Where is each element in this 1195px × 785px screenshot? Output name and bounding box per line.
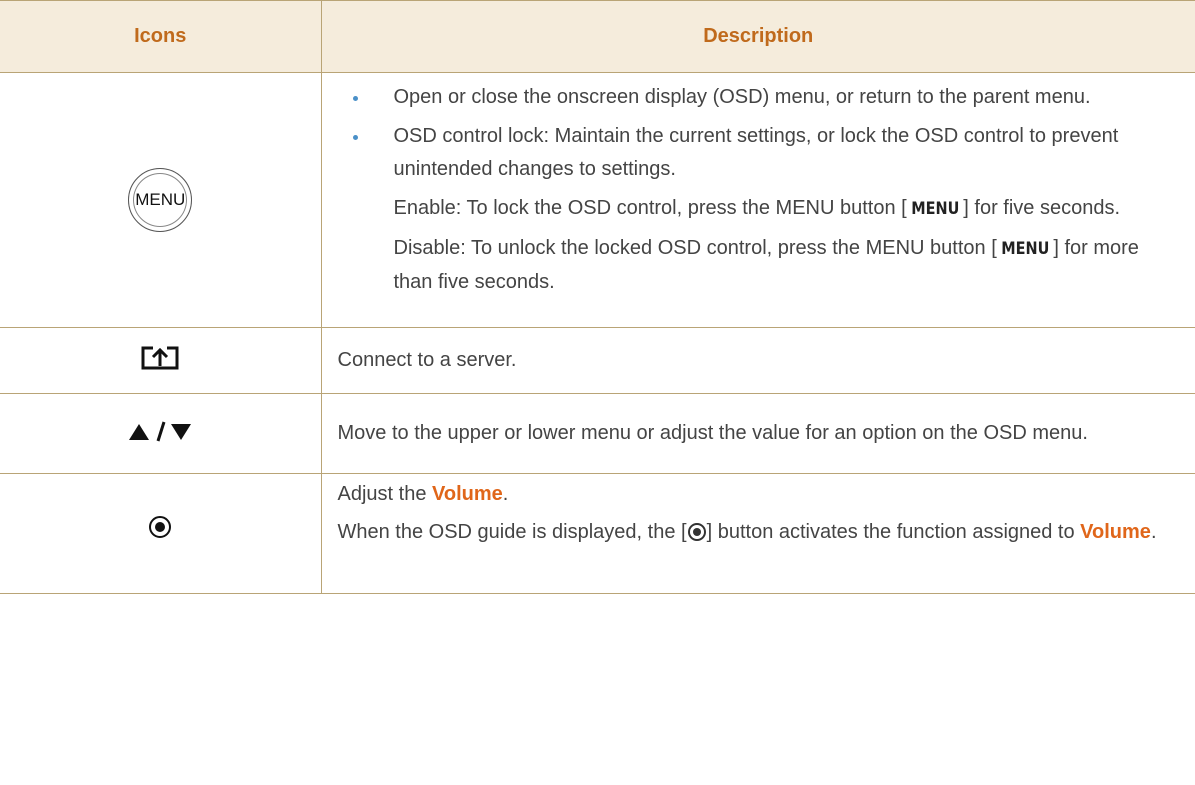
header-icons: Icons (0, 0, 322, 73)
bullet-text: OSD control lock: Maintain the current s… (393, 125, 1119, 180)
icon-cell-source (0, 327, 322, 394)
round-button-icon (149, 516, 172, 538)
disable-instruction: Disable: To unlock the locked OSD contro… (338, 232, 1182, 299)
volume-text: . (1150, 521, 1157, 543)
menu-key-label: MENU (910, 199, 960, 219)
icon-cell-volume (0, 473, 322, 594)
list-item: Open or close the onscreen display (OSD)… (338, 81, 1182, 114)
table-row-volume: Adjust the Volume. When the OSD guide is… (0, 473, 1195, 594)
volume-text: Adjust the (337, 483, 433, 505)
enable-text-start: Enable: To lock the OSD control, press t… (393, 197, 907, 219)
volume-text: . (502, 483, 509, 505)
bullet-dot (352, 96, 358, 101)
bullet-text: Open or close the onscreen display (OSD)… (393, 86, 1091, 108)
enable-instruction: Enable: To lock the OSD control, press t… (338, 192, 1182, 226)
list-item: OSD control lock: Maintain the current s… (338, 120, 1182, 186)
icons-description-table: Icons Description MENU Open or close the… (0, 0, 1195, 594)
description-cell-updown: Move to the upper or lower menu or adjus… (320, 393, 1195, 474)
bullet-dot (352, 135, 358, 140)
up-down-arrows-icon (129, 421, 192, 442)
icon-cell-menu: MENU (0, 72, 322, 328)
menu-button-icon: MENU (128, 168, 193, 232)
volume-line-2: When the OSD guide is displayed, the [ ] … (338, 518, 1182, 546)
header-description: Description (320, 0, 1195, 73)
description-cell-menu: Open or close the onscreen display (OSD)… (320, 72, 1195, 328)
volume-line-1: Adjust the Volume. (338, 480, 1182, 508)
table-row-menu: MENU Open or close the onscreen display … (0, 72, 1195, 328)
description-cell-source: Connect to a server. (320, 327, 1195, 394)
volume-highlight: Volume (432, 483, 503, 505)
table-row-updown: Move to the upper or lower menu or adjus… (0, 393, 1195, 474)
source-input-icon (141, 346, 179, 370)
round-button-icon (687, 523, 706, 541)
icon-cell-updown (0, 393, 322, 474)
enable-text-end: ] for five seconds. (963, 197, 1121, 219)
table-row-source: Connect to a server. (0, 327, 1195, 394)
header-row: Icons Description (0, 0, 1195, 73)
updown-description: Move to the upper or lower menu or adjus… (337, 422, 1088, 444)
description-cell-volume: Adjust the Volume. When the OSD guide is… (320, 473, 1195, 594)
source-description: Connect to a server. (337, 349, 517, 371)
volume-text: ] button activates the function assigned… (706, 521, 1081, 543)
volume-highlight: Volume (1080, 521, 1151, 543)
menu-key-label: MENU (1001, 239, 1050, 259)
volume-text: When the OSD guide is displayed, the [ (337, 521, 687, 543)
disable-text-start: Disable: To unlock the locked OSD contro… (393, 237, 997, 259)
menu-button-label: MENU (135, 190, 186, 209)
